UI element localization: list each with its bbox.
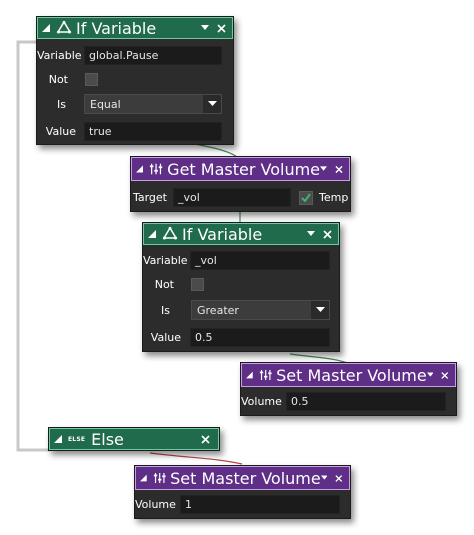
is-dropdown[interactable]: Equal [84, 94, 222, 114]
block-title: Get Master Volume [167, 159, 321, 179]
set-master-volume-block-1[interactable]: Set Master Volume Volume 0.5 [240, 362, 457, 416]
is-label: Is [57, 97, 66, 111]
branch-icon [162, 226, 178, 240]
temp-label: Temp [319, 191, 349, 204]
block-header[interactable]: ELSE Else [49, 428, 219, 450]
is-label: Is [161, 303, 170, 317]
value-field[interactable]: 0.5 [190, 328, 330, 347]
collapse-triangle-icon[interactable] [136, 165, 144, 173]
is-dropdown[interactable]: Greater [191, 300, 330, 320]
else-tag-icon: ELSE [68, 435, 86, 443]
target-row: Target _vol Temp [131, 188, 350, 207]
block-header[interactable]: Get Master Volume [131, 157, 350, 181]
volume-row: Volume 0.5 [241, 392, 456, 411]
variable-label: Variable [37, 49, 82, 62]
block-title: Set Master Volume [276, 365, 427, 385]
target-field[interactable]: _vol [173, 188, 291, 207]
block-header[interactable]: Set Master Volume [135, 466, 350, 490]
flow-wire-4 [149, 452, 243, 465]
close-icon[interactable] [335, 474, 343, 483]
value-row: Value true [37, 122, 233, 141]
value-label: Value [45, 125, 76, 138]
variable-row: Variable global.Pause [37, 46, 233, 65]
variable-label: Variable [143, 254, 188, 267]
set-master-volume-block-2[interactable]: Set Master Volume Volume 1 [134, 465, 351, 519]
else-block[interactable]: ELSE Else [48, 427, 220, 451]
block-header[interactable]: If Variable [143, 223, 339, 245]
value-label: Value [150, 331, 181, 344]
block-title: If Variable [182, 224, 263, 244]
not-checkbox[interactable] [191, 278, 204, 291]
value-row: Value 0.5 [143, 328, 339, 347]
close-icon[interactable] [201, 434, 210, 444]
volume-label: Volume [135, 498, 176, 511]
chevron-down-icon [207, 101, 217, 106]
block-header[interactable]: Set Master Volume [241, 363, 456, 387]
variable-field[interactable]: global.Pause [84, 46, 222, 65]
dropdown-button[interactable] [311, 301, 329, 319]
value-field[interactable]: true [84, 122, 222, 141]
target-label: Target [132, 191, 167, 204]
collapse-triangle-icon[interactable] [42, 24, 50, 32]
is-row: Is Equal [37, 94, 233, 114]
block-title: Set Master Volume [170, 468, 321, 488]
collapse-triangle-icon[interactable] [140, 474, 147, 482]
is-dropdown-value: Equal [90, 97, 121, 111]
is-row: Is Greater [143, 300, 339, 320]
chevron-down-icon[interactable] [426, 372, 434, 378]
sliders-icon [149, 163, 163, 175]
volume-field[interactable]: 1 [180, 495, 340, 514]
not-label: Not [154, 278, 174, 291]
collapse-triangle-icon[interactable] [54, 435, 62, 443]
chevron-down-icon[interactable] [307, 231, 315, 237]
branch-icon [56, 20, 72, 34]
checkmark-icon [301, 193, 311, 202]
close-icon[interactable] [441, 371, 449, 380]
variable-field[interactable]: _vol [190, 251, 330, 270]
is-dropdown-value: Greater [197, 303, 239, 317]
collapse-triangle-icon[interactable] [246, 371, 253, 379]
sliders-icon [259, 369, 272, 381]
not-row: Not [143, 278, 339, 291]
volume-label: Volume [241, 395, 282, 408]
chevron-down-icon[interactable] [201, 25, 209, 31]
chevron-down-icon[interactable] [320, 475, 328, 481]
sliders-icon [153, 472, 166, 484]
volume-field[interactable]: 0.5 [286, 392, 446, 411]
dropdown-button[interactable] [203, 95, 221, 113]
close-icon[interactable] [323, 229, 332, 239]
variable-row: Variable _vol [143, 251, 339, 270]
not-label: Not [48, 73, 68, 86]
volume-row: Volume 1 [135, 495, 350, 514]
close-icon[interactable] [217, 23, 226, 33]
get-master-volume-block[interactable]: Get Master Volume Target _vol Temp [130, 156, 351, 212]
if-variable-block-1[interactable]: If Variable Variable global.Pause Not Is… [36, 16, 234, 145]
not-row: Not [37, 73, 233, 86]
temp-checkbox[interactable] [299, 190, 313, 205]
block-title: Else [91, 429, 124, 449]
block-title: If Variable [76, 18, 157, 38]
chevron-down-icon [315, 307, 325, 312]
collapse-triangle-icon[interactable] [148, 230, 156, 238]
not-checkbox[interactable] [85, 73, 98, 86]
if-variable-block-2[interactable]: If Variable Variable _vol Not Is Greater… [142, 222, 340, 352]
block-header[interactable]: If Variable [37, 17, 233, 39]
close-icon[interactable] [335, 165, 343, 174]
chevron-down-icon[interactable] [320, 166, 328, 172]
